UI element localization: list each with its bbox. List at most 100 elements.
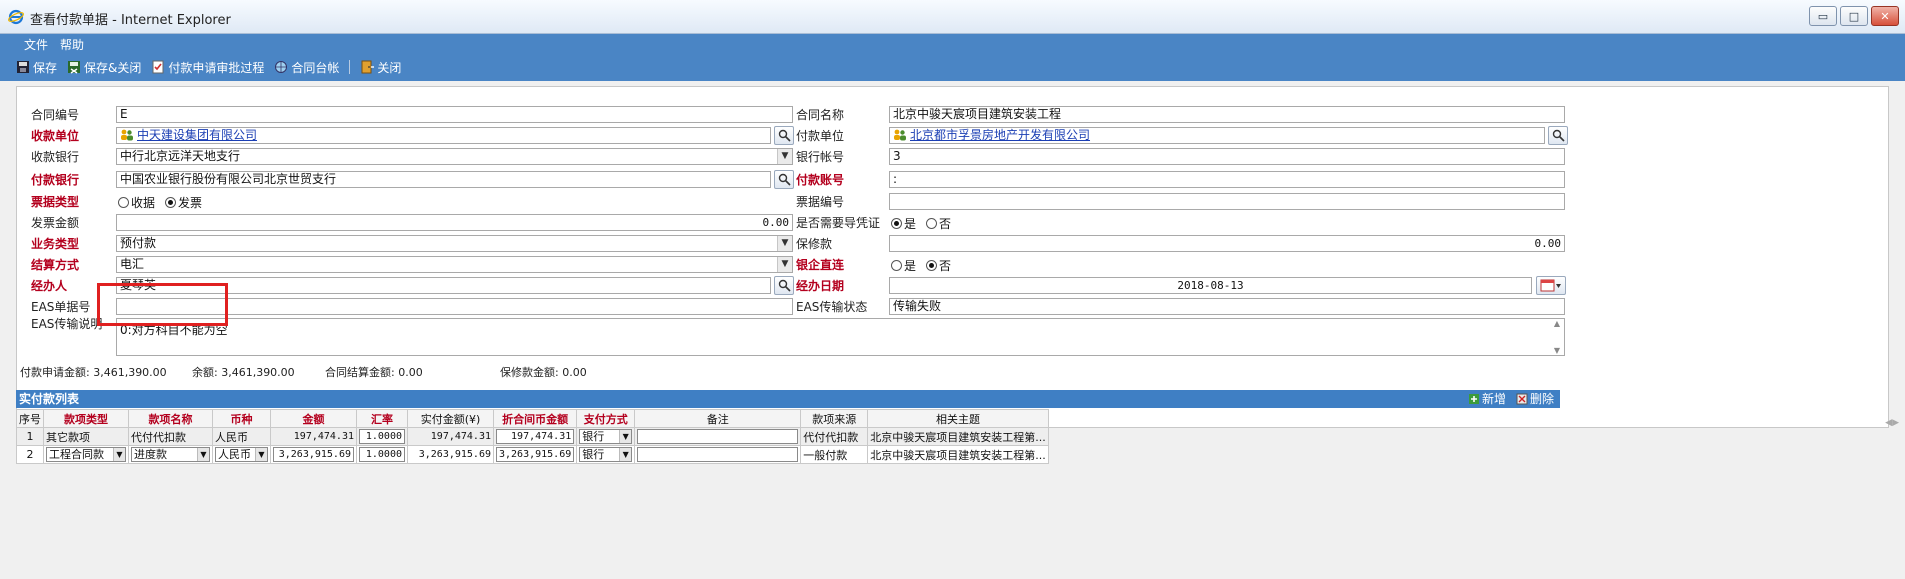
payer-lookup-button[interactable] — [1548, 126, 1568, 145]
menu-file[interactable]: 文件 — [24, 36, 48, 53]
ledger-globe-icon — [275, 61, 288, 73]
retention-field[interactable]: 0.00 — [889, 235, 1565, 252]
bank-direct-no-radio[interactable]: 否 — [926, 257, 951, 274]
minimize-button[interactable]: ▭ — [1809, 6, 1837, 26]
payee-link[interactable]: 中天建设集团有限公司 — [137, 128, 257, 142]
cell-paid: 3,263,915.69 — [407, 445, 494, 464]
invoice-amount-field[interactable]: 0.00 — [116, 214, 793, 231]
close-button[interactable]: 关闭 — [360, 59, 401, 76]
cell-method[interactable]: 银行 ▼ — [576, 427, 636, 446]
chevron-down-icon[interactable]: ▼ — [619, 448, 632, 461]
business-type-select[interactable]: 预付款 ▼ — [116, 235, 793, 252]
cell-no: 1 — [16, 427, 44, 446]
save-close-button[interactable]: 保存&关闭 — [67, 59, 141, 76]
rate-input[interactable]: 1.0000 — [359, 447, 405, 462]
remark-input[interactable] — [637, 429, 799, 444]
table-row[interactable]: 2 工程合同款 ▼ 进度款 ▼ 人民币 ▼ 3,263,915.69 1.0000 3… — [16, 445, 1049, 464]
settlement-select[interactable]: 电汇 ▼ — [116, 256, 793, 273]
cell-converted[interactable]: 3,263,915.69 — [492, 445, 578, 464]
people-icon — [121, 129, 133, 141]
need-voucher-yes-radio[interactable]: 是 — [891, 215, 916, 232]
bank-direct-yes-radio[interactable]: 是 — [891, 257, 916, 274]
cell-name[interactable]: 进度款 ▼ — [128, 445, 213, 464]
handle-date-field[interactable]: 2018-08-13 — [889, 277, 1532, 294]
menu-bar: 文件 帮助 — [0, 34, 84, 54]
cell-remark[interactable] — [634, 445, 802, 464]
payer-bank-lookup-button[interactable] — [774, 170, 794, 189]
cell-subject: 北京中骏天宸项目建筑安装工程第... — [867, 427, 1049, 446]
save-button[interactable]: 保存 — [16, 59, 57, 76]
radio-on-icon — [891, 218, 902, 229]
chevron-down-icon[interactable]: ▼ — [113, 448, 125, 461]
type-select[interactable]: 工程合同款 ▼ — [46, 447, 126, 462]
currency-select[interactable]: 人民币 ▼ — [215, 447, 268, 462]
bank-account-field[interactable]: 3 — [889, 148, 1565, 165]
settle-amount-summary: 合同结算金额: 0.00 — [325, 366, 423, 379]
bank-direct-radio-group: 是 否 — [891, 257, 951, 274]
contract-name-field[interactable]: 北京中骏天宸项目建筑安装工程 — [889, 106, 1565, 123]
cell-currency[interactable]: 人民币 ▼ — [212, 445, 271, 464]
rate-input[interactable]: 1.0000 — [359, 429, 405, 444]
cell-method[interactable]: 银行 ▼ — [576, 445, 636, 464]
chevron-down-icon[interactable]: ▼ — [619, 430, 632, 443]
bill-no-field[interactable] — [889, 193, 1565, 210]
add-icon — [1468, 394, 1479, 404]
cell-remark[interactable] — [634, 427, 802, 446]
chevron-down-icon[interactable]: ▼ — [777, 236, 792, 251]
payer-field[interactable]: 北京都市孚景房地产开发有限公司 — [889, 127, 1545, 144]
payer-link[interactable]: 北京都市孚景房地产开发有限公司 — [910, 128, 1090, 142]
converted-input[interactable]: 197,474.31 — [496, 429, 575, 444]
save-close-icon — [68, 61, 81, 74]
eas-status-field[interactable]: 传输失败 — [889, 298, 1565, 315]
need-voucher-label: 是否需要导凭证 — [796, 216, 881, 230]
approval-process-button[interactable]: 付款申请审批过程 — [151, 59, 264, 76]
payer-bank-field[interactable]: 中国农业银行股份有限公司北京世贸支行 — [116, 171, 771, 188]
toolbar-separator — [349, 60, 351, 74]
contract-ledger-button[interactable]: 合同台帐 — [274, 59, 339, 76]
payee-bank-select[interactable]: 中行北京远洋天地支行 ▼ — [116, 148, 793, 165]
method-select[interactable]: 银行 ▼ — [579, 447, 633, 462]
name-select[interactable]: 进度款 ▼ — [131, 447, 210, 462]
handler-lookup-button[interactable] — [774, 276, 794, 295]
payee-label: 收款单位 — [31, 129, 80, 143]
payee-lookup-button[interactable] — [774, 126, 794, 145]
cell-type[interactable]: 工程合同款 ▼ — [43, 445, 129, 464]
delete-row-button[interactable]: 删除 — [1516, 390, 1554, 408]
contract-no-field[interactable]: E — [116, 106, 793, 123]
maximize-button[interactable]: □ — [1840, 6, 1868, 26]
cell-amount[interactable]: 3,263,915.69 — [270, 445, 357, 464]
payer-account-field[interactable]: : — [889, 171, 1565, 188]
bill-type-receipt-radio[interactable]: 收据 — [118, 194, 155, 211]
chevron-down-icon[interactable]: ▼ — [777, 149, 792, 164]
calendar-button[interactable] — [1536, 276, 1566, 295]
menu-help[interactable]: 帮助 — [60, 36, 84, 53]
table-row[interactable]: 1 其它款项 代付代扣款 人民币 197,474.31 1.0000 197,4… — [16, 427, 1049, 446]
cell-paid: 197,474.31 — [407, 427, 494, 446]
bill-type-label: 票据类型 — [31, 195, 80, 209]
chevron-down-icon[interactable]: ▼ — [777, 257, 792, 272]
cell-converted[interactable]: 197,474.31 — [492, 427, 578, 446]
converted-input[interactable]: 3,263,915.69 — [496, 447, 575, 462]
bank-direct-yes-label: 是 — [904, 259, 917, 273]
payment-table: 序号 款项类型 款项名称 币种 金额 汇率 实付金额(¥) 折合间币金额 支付方… — [16, 409, 1049, 464]
eas-desc-textarea[interactable]: 0:对方科目不能为空 ▲ ▼ — [116, 318, 1565, 356]
bank-account-label: 银行帐号 — [796, 150, 845, 164]
add-row-button[interactable]: 新增 — [1468, 390, 1506, 408]
textarea-scrollbar[interactable]: ▲ ▼ — [1550, 319, 1564, 355]
page-scroll-indicator[interactable]: ◀▶ — [1885, 418, 1899, 428]
chevron-down-icon[interactable]: ▼ — [197, 448, 209, 461]
need-voucher-no-radio[interactable]: 否 — [926, 215, 951, 232]
bill-type-invoice-radio[interactable]: 发票 — [165, 194, 202, 211]
col-type: 款项类型 — [43, 409, 129, 428]
method-select[interactable]: 银行 ▼ — [579, 429, 633, 444]
close-window-button[interactable]: ✕ — [1871, 6, 1899, 26]
cell-rate[interactable]: 1.0000 — [356, 427, 408, 446]
people-icon — [894, 129, 906, 141]
cell-rate[interactable]: 1.0000 — [356, 445, 408, 464]
payee-bank-value: 中行北京远洋天地支行 — [120, 149, 241, 163]
payee-field[interactable]: 中天建设集团有限公司 — [116, 127, 771, 144]
amount-input[interactable]: 3,263,915.69 — [273, 447, 354, 462]
chevron-down-icon[interactable]: ▼ — [255, 448, 267, 461]
col-method: 支付方式 — [576, 409, 636, 428]
remark-input[interactable] — [637, 447, 799, 462]
